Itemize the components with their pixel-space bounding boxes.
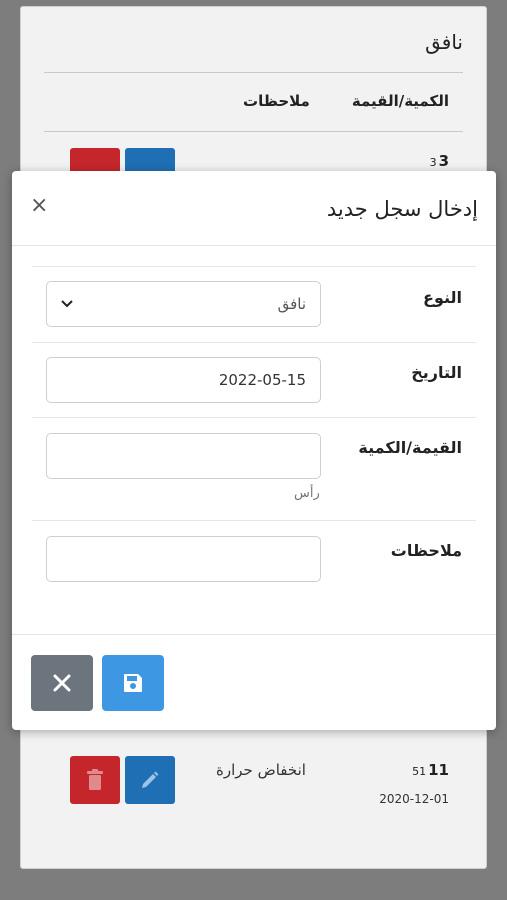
date-input-value: 2022-05-15	[218, 371, 306, 389]
cancel-button[interactable]	[31, 655, 93, 711]
divider	[44, 72, 463, 73]
form-divider	[32, 342, 476, 343]
save-button[interactable]	[102, 655, 164, 711]
date-label: التاريخ	[411, 363, 462, 382]
quantity-input[interactable]	[46, 433, 321, 479]
type-select-value: نافق	[277, 295, 306, 313]
column-header-value: الكمية/القيمة	[351, 92, 449, 110]
floppy-disk-icon	[124, 674, 142, 692]
table-row-id: 51 11	[412, 761, 449, 779]
modal-title: إدخال سجل جديد	[326, 197, 478, 221]
trash-icon	[87, 769, 103, 790]
pencil-icon	[142, 771, 159, 788]
modal-header-divider	[12, 245, 496, 246]
new-record-modal: إدخال سجل جديد × النوع نافق التاريخ 2022…	[12, 171, 496, 730]
chevron-down-icon	[61, 300, 73, 308]
close-icon[interactable]: ×	[30, 195, 48, 217]
form-divider	[32, 266, 476, 267]
type-label: النوع	[423, 288, 462, 307]
close-icon	[53, 674, 71, 692]
notes-label: ملاحظات	[390, 541, 462, 560]
form-divider	[32, 417, 476, 418]
background-card-title: نافق	[425, 30, 463, 54]
delete-button[interactable]	[70, 756, 120, 804]
notes-input[interactable]	[46, 536, 321, 582]
edit-button[interactable]	[125, 756, 175, 804]
type-select[interactable]: نافق	[46, 281, 321, 327]
quantity-help-text: رأس	[294, 486, 320, 501]
table-row-notes: انخفاض حرارة	[216, 761, 306, 779]
form-divider	[32, 520, 476, 521]
quantity-label: القيمة/الكمية	[358, 438, 462, 457]
date-input[interactable]: 2022-05-15	[46, 357, 321, 403]
modal-footer-divider	[12, 634, 496, 635]
column-header-notes: ملاحظات	[243, 92, 310, 110]
divider	[44, 131, 463, 132]
table-row-id: 33	[429, 152, 449, 170]
table-row-date: 2020-12-01	[379, 792, 449, 806]
